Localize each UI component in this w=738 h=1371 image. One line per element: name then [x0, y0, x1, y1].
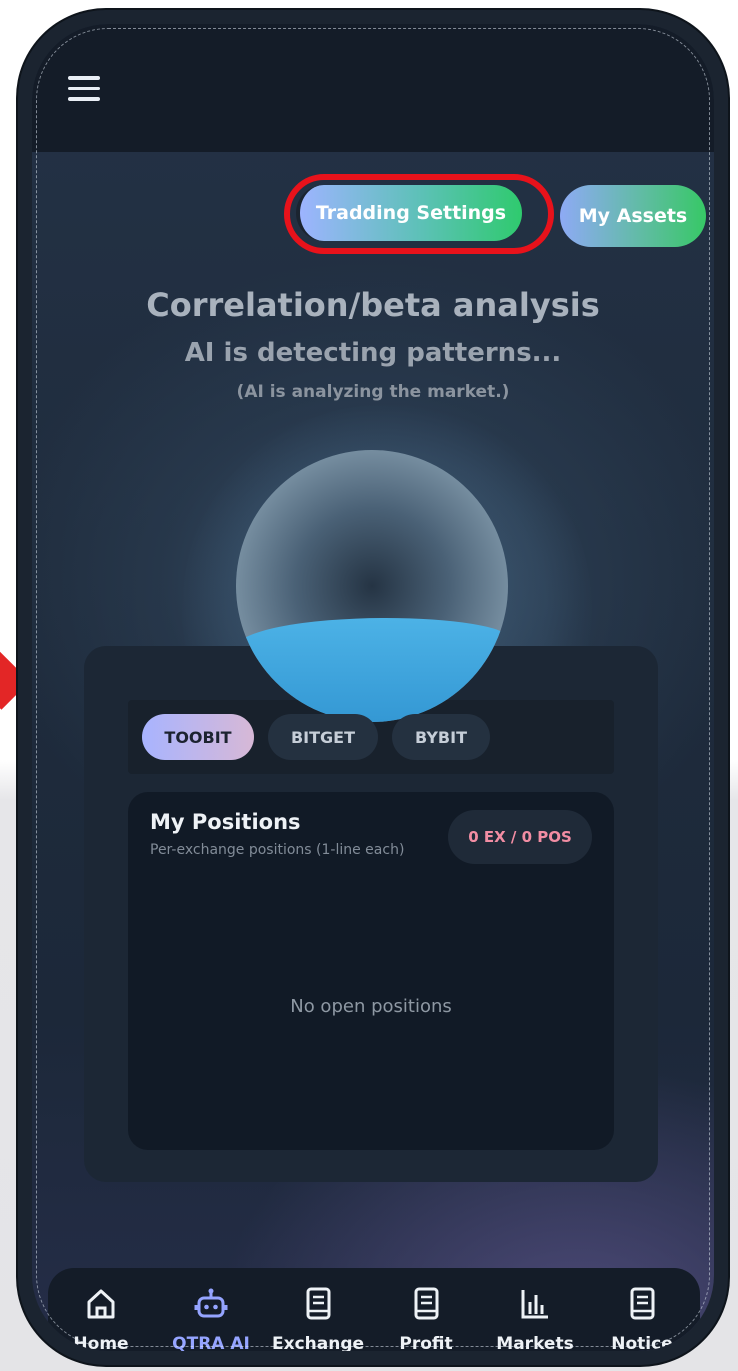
positions-title: My Positions	[150, 810, 301, 834]
positions-count-badge: 0 EX / 0 POS	[448, 810, 592, 864]
book-icon	[306, 1287, 331, 1320]
nav-markets-label: Markets	[496, 1334, 574, 1351]
ai-orb	[236, 450, 508, 722]
nav-qtra-ai[interactable]: QTRA AI	[163, 1286, 259, 1351]
nav-home-label: Home	[73, 1334, 129, 1351]
robot-icon	[194, 1288, 228, 1318]
hamburger-icon[interactable]	[68, 76, 100, 102]
analysis-note: (AI is analyzing the market.)	[236, 382, 510, 402]
nav-exchange[interactable]: Exchange	[270, 1286, 366, 1351]
top-bar	[32, 24, 714, 152]
book-icon	[414, 1287, 439, 1320]
analysis-title: Correlation/beta analysis	[146, 286, 600, 324]
home-icon	[87, 1289, 115, 1319]
book-icon	[630, 1287, 655, 1320]
empty-positions-text: No open positions	[290, 996, 452, 1017]
bar-chart-icon	[521, 1290, 548, 1319]
app-screen: Tradding Settings My Assets Correlation/…	[32, 24, 714, 1351]
nav-profit[interactable]: Profit	[378, 1286, 474, 1351]
nav-exchange-label: Exchange	[271, 1334, 365, 1351]
analysis-subtitle: AI is detecting patterns...	[184, 338, 562, 368]
nav-markets[interactable]: Markets	[487, 1286, 583, 1351]
nav-home[interactable]: Home	[53, 1286, 149, 1351]
trading-settings-button[interactable]: Tradding Settings	[296, 185, 522, 241]
my-assets-button[interactable]: My Assets	[560, 185, 706, 247]
orb-liquid	[236, 618, 508, 722]
exchange-tab-bitget[interactable]: BITGET	[268, 714, 378, 760]
exchange-tab-bybit[interactable]: BYBIT	[392, 714, 490, 760]
nav-notice[interactable]: Notice	[594, 1286, 690, 1351]
nav-profit-label: Profit	[399, 1334, 453, 1351]
positions-subtitle: Per-exchange positions (1-line each)	[150, 842, 405, 858]
exchange-tab-toobit[interactable]: TOOBIT	[142, 714, 254, 760]
nav-qtra-ai-label: QTRA AI	[172, 1334, 250, 1351]
nav-notice-label: Notice	[611, 1334, 673, 1351]
phone-frame: Tradding Settings My Assets Correlation/…	[18, 10, 728, 1365]
